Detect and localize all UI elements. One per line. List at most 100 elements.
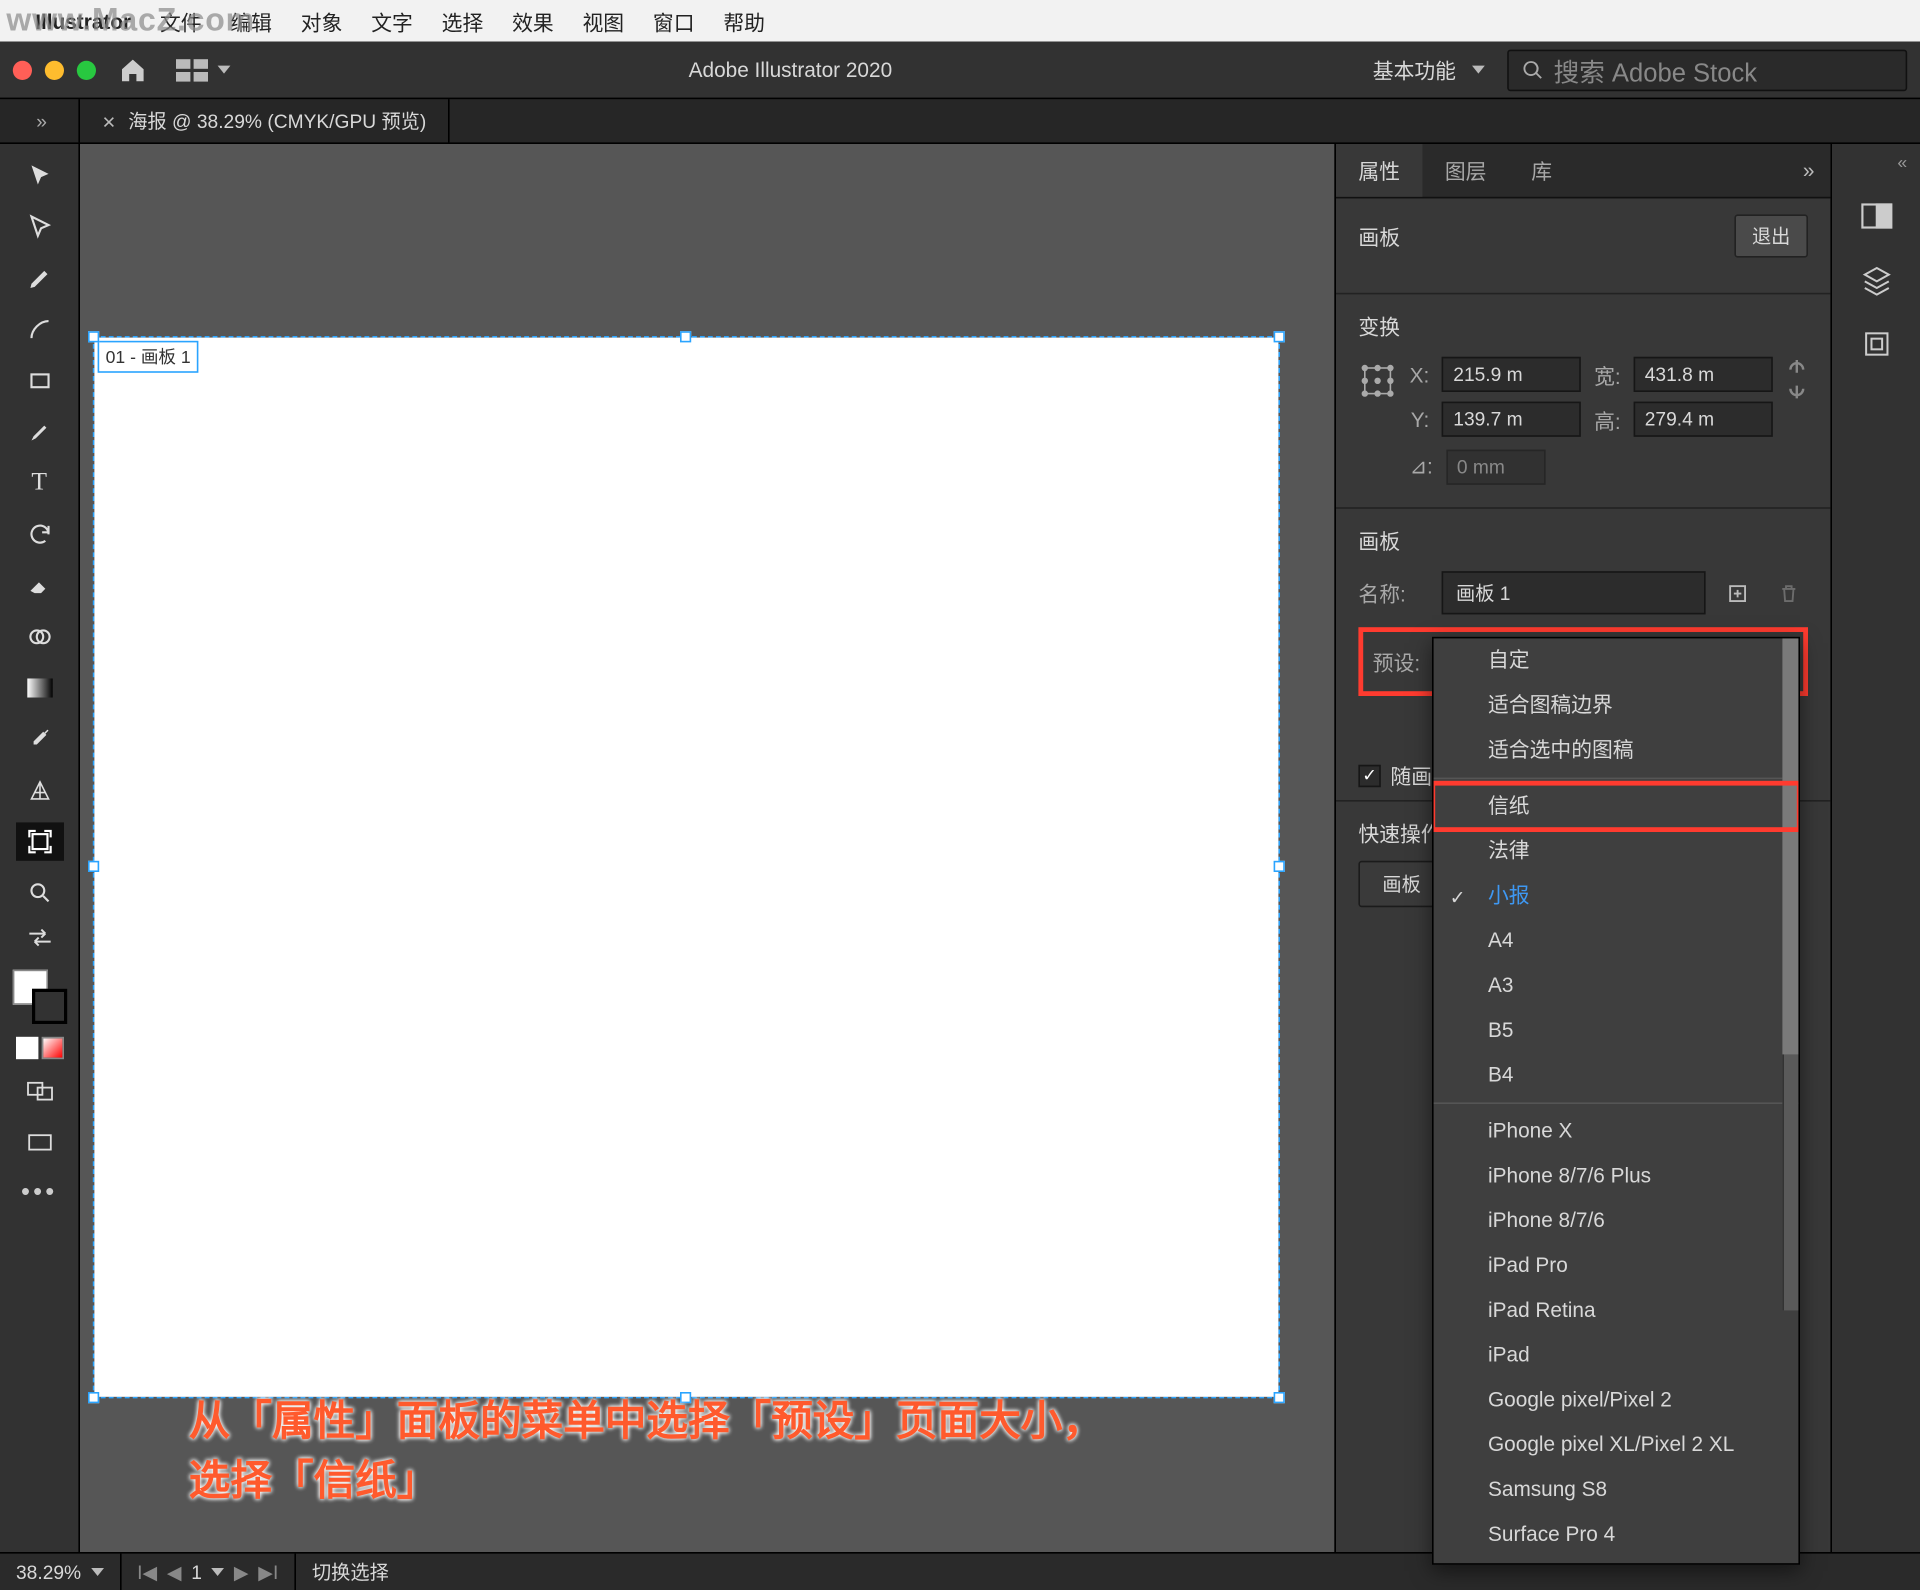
preset-option[interactable]: iPhone 8/7/6 Plus bbox=[1434, 1154, 1799, 1199]
right-dock: « bbox=[1830, 144, 1920, 1552]
mac-menubar: Illustrator 文件 编辑 对象 文字 选择 效果 视图 窗口 帮助 bbox=[0, 0, 1920, 42]
menu-select[interactable]: 选择 bbox=[442, 6, 484, 36]
new-artboard-icon[interactable] bbox=[1718, 574, 1756, 612]
rotate-tool[interactable] bbox=[15, 515, 63, 553]
pen-tool[interactable] bbox=[15, 259, 63, 297]
resize-handle[interactable] bbox=[88, 331, 99, 342]
rectangle-tool[interactable] bbox=[15, 362, 63, 400]
resize-handle[interactable] bbox=[88, 1392, 99, 1403]
home-button[interactable] bbox=[115, 52, 150, 87]
eyedropper-tool[interactable] bbox=[15, 720, 63, 758]
resize-handle[interactable] bbox=[1274, 861, 1285, 872]
minimize-window-icon[interactable] bbox=[45, 60, 64, 79]
w-input[interactable]: 431.8 m bbox=[1634, 357, 1773, 392]
type-tool[interactable]: T bbox=[15, 464, 63, 502]
selection-tool[interactable] bbox=[15, 157, 63, 195]
screen-mode-icon[interactable] bbox=[15, 1123, 63, 1161]
artboard-tool[interactable] bbox=[15, 822, 63, 860]
link-wh-icon[interactable] bbox=[1786, 357, 1808, 407]
preset-option[interactable]: 法律 bbox=[1434, 829, 1799, 874]
prev-artboard-icon[interactable]: ◀ bbox=[167, 1561, 182, 1583]
zoom-window-icon[interactable] bbox=[77, 60, 96, 79]
preset-option[interactable]: 信纸 bbox=[1434, 784, 1799, 829]
gradient-tool[interactable] bbox=[15, 669, 63, 707]
y-input[interactable]: 139.7 m bbox=[1442, 402, 1581, 437]
tools-expand-button[interactable]: » bbox=[0, 99, 80, 142]
swap-fill-stroke-icon[interactable] bbox=[15, 925, 63, 951]
y-label: Y: bbox=[1410, 407, 1430, 431]
tab-libraries[interactable]: 库 bbox=[1509, 144, 1575, 197]
preset-option[interactable]: A4 bbox=[1434, 918, 1799, 963]
dock-layers-icon[interactable] bbox=[1855, 259, 1897, 301]
artboard-nav[interactable]: I◀ ◀ 1 ▶ ▶I bbox=[121, 1554, 296, 1590]
arrange-documents-button[interactable] bbox=[176, 58, 230, 80]
menu-help[interactable]: 帮助 bbox=[723, 6, 765, 36]
resize-handle[interactable] bbox=[680, 331, 691, 342]
x-input[interactable]: 215.9 m bbox=[1442, 357, 1581, 392]
dock-collapse-icon[interactable]: « bbox=[1897, 154, 1907, 173]
preset-option[interactable]: iPad Retina bbox=[1434, 1288, 1799, 1333]
preset-option[interactable]: 自定 bbox=[1434, 638, 1799, 683]
preset-option[interactable]: A3 bbox=[1434, 963, 1799, 1008]
resize-handle[interactable] bbox=[1274, 331, 1285, 342]
preset-option[interactable]: iPad Pro bbox=[1434, 1243, 1799, 1288]
preset-option[interactable]: B5 bbox=[1434, 1008, 1799, 1053]
menu-effect[interactable]: 效果 bbox=[512, 6, 554, 36]
preset-option[interactable]: Surface Pro 3 bbox=[1434, 1557, 1799, 1565]
shape-builder-tool[interactable] bbox=[15, 618, 63, 656]
stroke-color-icon[interactable] bbox=[31, 989, 66, 1024]
preset-option[interactable]: iPhone X bbox=[1434, 1109, 1799, 1154]
close-tab-icon[interactable]: × bbox=[102, 108, 115, 134]
menu-object[interactable]: 对象 bbox=[301, 6, 343, 36]
preset-option[interactable]: B4 bbox=[1434, 1053, 1799, 1098]
draw-mode-icon[interactable] bbox=[15, 1072, 63, 1110]
last-artboard-icon[interactable]: ▶I bbox=[258, 1561, 278, 1583]
preset-option[interactable]: Google pixel/Pixel 2 bbox=[1434, 1378, 1799, 1423]
preset-option[interactable]: 适合图稿边界 bbox=[1434, 683, 1799, 728]
preset-option[interactable]: Surface Pro 4 bbox=[1434, 1512, 1799, 1557]
artboard[interactable]: 01 - 画板 1 bbox=[93, 336, 1280, 1398]
menu-view[interactable]: 视图 bbox=[583, 6, 625, 36]
document-tab[interactable]: × 海报 @ 38.29% (CMYK/GPU 预览) bbox=[80, 99, 450, 142]
tab-layers[interactable]: 图层 bbox=[1422, 144, 1508, 197]
zoom-tool[interactable] bbox=[15, 874, 63, 912]
preset-option[interactable]: Google pixel XL/Pixel 2 XL bbox=[1434, 1422, 1799, 1467]
document-tab-label: 海报 @ 38.29% (CMYK/GPU 预览) bbox=[128, 107, 426, 134]
preset-option[interactable]: iPad bbox=[1434, 1333, 1799, 1378]
resize-handle[interactable] bbox=[88, 861, 99, 872]
h-input[interactable]: 279.4 m bbox=[1634, 402, 1773, 437]
fill-stroke-swatch[interactable] bbox=[12, 970, 66, 1024]
artboard-name-input[interactable]: 画板 1 bbox=[1442, 571, 1706, 614]
eraser-tool[interactable] bbox=[15, 566, 63, 604]
preset-option[interactable]: 适合选中的图稿 bbox=[1434, 728, 1799, 773]
menu-type[interactable]: 文字 bbox=[371, 6, 413, 36]
close-window-icon[interactable] bbox=[13, 60, 32, 79]
canvas[interactable]: 01 - 画板 1 从「属性」面板的菜单中选择「预设」页面大小，选择「信纸」 bbox=[80, 144, 1334, 1552]
color-mode-buttons[interactable] bbox=[15, 1037, 63, 1059]
direct-selection-tool[interactable] bbox=[15, 208, 63, 246]
dock-properties-icon[interactable] bbox=[1855, 195, 1897, 237]
panel-collapse-icon[interactable]: » bbox=[1787, 144, 1831, 197]
move-artwork-checkbox[interactable]: ✓ bbox=[1358, 764, 1380, 786]
first-artboard-icon[interactable]: I◀ bbox=[137, 1561, 157, 1583]
exit-artboard-button[interactable]: 退出 bbox=[1734, 214, 1808, 257]
reference-point-icon[interactable] bbox=[1358, 357, 1396, 405]
tab-properties[interactable]: 属性 bbox=[1336, 144, 1422, 197]
curvature-tool[interactable] bbox=[15, 310, 63, 348]
delete-artboard-icon[interactable] bbox=[1770, 574, 1808, 612]
search-placeholder: 搜索 Adobe Stock bbox=[1554, 50, 1758, 88]
stock-search-input[interactable]: 搜索 Adobe Stock bbox=[1507, 49, 1907, 91]
next-artboard-icon[interactable]: ▶ bbox=[234, 1561, 249, 1583]
menu-window[interactable]: 窗口 bbox=[653, 6, 695, 36]
more-tools-icon[interactable]: ••• bbox=[15, 1174, 63, 1212]
zoom-level[interactable]: 38.29% bbox=[0, 1554, 121, 1590]
perspective-tool[interactable] bbox=[15, 771, 63, 809]
dock-libraries-icon[interactable] bbox=[1855, 323, 1897, 365]
resize-handle[interactable] bbox=[1274, 1392, 1285, 1403]
preset-option[interactable]: Samsung S8 bbox=[1434, 1467, 1799, 1512]
paintbrush-tool[interactable] bbox=[15, 413, 63, 451]
preset-option[interactable]: iPhone 8/7/6 bbox=[1434, 1198, 1799, 1243]
workspace-switcher[interactable]: 基本功能 bbox=[1350, 54, 1507, 84]
preset-option[interactable]: 小报✓ bbox=[1434, 874, 1799, 919]
watermark-text: www.MacZ.com bbox=[0, 0, 261, 43]
